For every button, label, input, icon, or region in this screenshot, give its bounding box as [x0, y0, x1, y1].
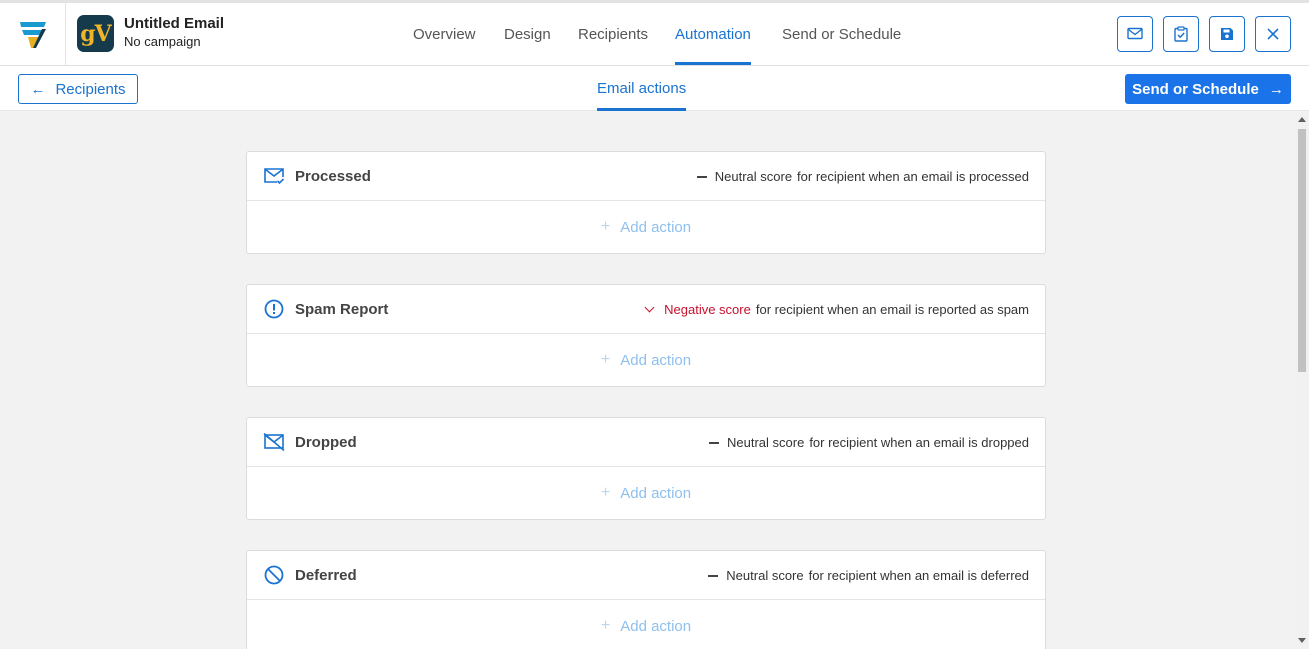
back-to-recipients-button[interactable]: ← Recipients — [18, 74, 138, 104]
save-button[interactable] — [1209, 16, 1245, 52]
checklist-button[interactable] — [1163, 16, 1199, 52]
add-action-button[interactable]: + Add action — [601, 351, 691, 369]
card-title: Processed — [295, 167, 371, 185]
card-title: Deferred — [295, 566, 357, 584]
add-action-label: Add action — [620, 351, 692, 369]
score-description: for recipient when an email is dropped — [809, 435, 1029, 450]
plus-icon: + — [600, 484, 611, 501]
main-nav: Overview Design Recipients Automation Se… — [0, 3, 1309, 65]
add-action-label: Add action — [620, 484, 692, 502]
mail-off-icon — [263, 431, 285, 453]
score-label: Negative score — [664, 302, 751, 317]
alert-circle-icon — [263, 298, 285, 320]
block-icon — [263, 564, 285, 586]
score-label: Neutral score — [727, 435, 805, 450]
tab-overview[interactable]: Overview — [413, 3, 476, 65]
top-bar: gV Untitled Email No campaign Overview D… — [0, 0, 1309, 66]
add-action-button[interactable]: + Add action — [601, 617, 691, 635]
score-info: Neutral score for recipient when an emai… — [709, 418, 1029, 467]
tab-design[interactable]: Design — [504, 3, 551, 65]
add-action-button[interactable]: + Add action — [601, 218, 691, 236]
arrow-right-icon: → — [1268, 80, 1284, 98]
tab-email-actions[interactable]: Email actions — [597, 66, 687, 111]
vertical-scrollbar[interactable] — [1295, 112, 1309, 649]
arrow-left-icon: ← — [30, 80, 46, 98]
plus-icon: + — [600, 351, 611, 368]
score-info: Neutral score for recipient when an emai… — [708, 551, 1029, 600]
action-card-spam-report: Spam Report Negative score for recipient… — [246, 284, 1046, 387]
dash-icon — [709, 441, 719, 444]
score-description: for recipient when an email is processed — [797, 169, 1029, 184]
card-title: Spam Report — [295, 300, 389, 318]
dash-icon — [696, 175, 707, 178]
back-button-label: Recipients — [55, 80, 126, 98]
action-card-processed: Processed Neutral score for recipient wh… — [246, 151, 1046, 254]
mail-check-icon — [263, 165, 285, 187]
action-card-dropped: Dropped Neutral score for recipient when… — [246, 417, 1046, 520]
dash-icon — [708, 574, 719, 577]
send-button-label: Send or Schedule — [1132, 80, 1259, 98]
score-description: for recipient when an email is deferred — [808, 568, 1029, 583]
tab-send-or-schedule[interactable]: Send or Schedule — [782, 3, 901, 65]
test-email-button[interactable] — [1117, 16, 1153, 52]
scroll-down-icon[interactable] — [1298, 638, 1306, 643]
card-title: Dropped — [295, 433, 357, 451]
score-description: for recipient when an email is reported … — [755, 302, 1029, 317]
add-action-label: Add action — [620, 617, 692, 635]
save-icon — [1221, 28, 1233, 40]
score-info: Negative score for recipient when an ema… — [644, 285, 1029, 334]
card-body: + Add action — [247, 467, 1045, 519]
close-button[interactable] — [1255, 16, 1291, 52]
card-header: Spam Report Negative score for recipient… — [247, 285, 1045, 334]
add-action-label: Add action — [620, 218, 692, 236]
add-action-button[interactable]: + Add action — [601, 484, 691, 502]
card-body: + Add action — [247, 334, 1045, 386]
plus-icon: + — [600, 617, 611, 634]
chevron-down-icon — [644, 302, 655, 313]
close-icon — [1267, 28, 1279, 40]
tab-recipients[interactable]: Recipients — [578, 3, 648, 65]
tab-automation[interactable]: Automation — [675, 3, 751, 65]
action-card-deferred: Deferred Neutral score for recipient whe… — [246, 550, 1046, 649]
card-header: Deferred Neutral score for recipient whe… — [247, 551, 1045, 600]
plus-icon: + — [600, 218, 611, 235]
score-info: Neutral score for recipient when an emai… — [696, 152, 1029, 201]
clipboard-check-icon — [1174, 26, 1188, 42]
scroll-up-icon[interactable] — [1298, 117, 1306, 122]
score-label: Neutral score — [714, 169, 793, 184]
score-label: Neutral score — [726, 568, 804, 583]
card-body: + Add action — [247, 600, 1045, 649]
card-body: + Add action — [247, 201, 1045, 253]
card-header: Processed Neutral score for recipient wh… — [247, 152, 1045, 201]
card-header: Dropped Neutral score for recipient when… — [247, 418, 1045, 467]
send-or-schedule-button[interactable]: Send or Schedule → — [1125, 74, 1291, 104]
scrollbar-thumb[interactable] — [1298, 129, 1306, 372]
sub-bar: ← Recipients Email actions Send or Sched… — [0, 66, 1309, 111]
mail-check-icon — [1127, 27, 1143, 40]
